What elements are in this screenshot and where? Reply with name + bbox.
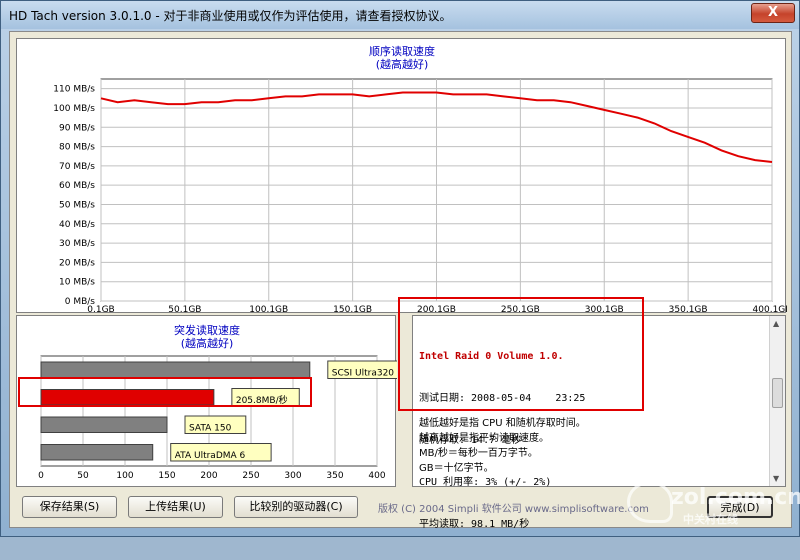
highlight-box-info: [398, 297, 644, 411]
note-line: MB/秒＝每秒一百万字节。: [419, 448, 538, 459]
note-line: 越高越好是指平均读取速度。: [419, 433, 549, 444]
x-tick-label: 50.1GB: [168, 305, 201, 314]
x-tick-label: 100.1GB: [249, 305, 288, 314]
watermark-logo-icon: [627, 481, 673, 523]
sequential-read-chart: 0 MB/s10 MB/s20 MB/s30 MB/s40 MB/s50 MB/…: [53, 78, 787, 314]
highlight-box-raid-bar: [18, 377, 312, 407]
burst-bar: [40, 361, 311, 378]
x-tick-label: 100: [116, 471, 133, 481]
copyright-text: 版权 (C) 2004 Simpli 软件公司 www.simplisoftwa…: [378, 504, 649, 515]
note-line: GB＝十亿字节。: [419, 463, 494, 474]
save-results-button[interactable]: 保存结果(S): [22, 496, 117, 518]
app-window: HD Tach version 3.0.1.0 - 对于非商业使用或仅作为评估使…: [0, 0, 800, 537]
x-tick-label: 200: [200, 471, 217, 481]
y-tick-label: 110 MB/s: [53, 85, 95, 95]
window-title: HD Tach version 3.0.1.0 - 对于非商业使用或仅作为评估使…: [9, 9, 452, 23]
x-tick-label: 350: [326, 471, 343, 481]
x-tick-label: 350.1GB: [669, 305, 708, 314]
watermark-sub: 中关村在线: [683, 513, 738, 526]
info-scrollbar[interactable]: ▲ ▼: [769, 316, 785, 486]
scroll-up-icon[interactable]: ▲: [773, 319, 779, 328]
x-tick-label: 0: [38, 471, 44, 481]
y-tick-label: 60 MB/s: [59, 181, 95, 191]
x-tick-label: 250: [242, 471, 259, 481]
y-tick-label: 30 MB/s: [59, 239, 95, 249]
x-tick-label: 300: [284, 471, 301, 481]
close-button[interactable]: X: [751, 3, 795, 23]
sequential-read-subtitle: (越高越好): [375, 58, 429, 71]
bar-label: ATA UltraDMA 6: [175, 451, 246, 461]
average-read: 平均读取: 98.1 MB/秒: [419, 519, 530, 530]
x-tick-label: 400.1GB: [753, 305, 787, 314]
bar-label: SATA 150: [189, 424, 232, 434]
bar-label: SCSI Ultra320: [332, 369, 395, 379]
compare-drive-button[interactable]: 比较别的驱动器(C): [234, 496, 358, 518]
title-bar[interactable]: HD Tach version 3.0.1.0 - 对于非商业使用或仅作为评估使…: [1, 1, 799, 29]
note-line: 越低越好是指 CPU 和随机存取时间。: [419, 418, 586, 429]
y-tick-label: 80 MB/s: [59, 143, 95, 153]
y-tick-label: 100 MB/s: [53, 104, 95, 114]
burst-bar: [40, 416, 168, 433]
sequential-read-panel: 0 MB/s 10 MB/s 20 MB/s 30 MB/s 40 MB/s 50 MB/…: [16, 38, 787, 314]
x-tick-label: 50: [77, 471, 89, 481]
x-tick-label: 0.1GB: [87, 305, 114, 314]
burst-bar: [40, 444, 154, 461]
y-tick-label: 10 MB/s: [59, 278, 95, 288]
burst-read-subtitle: (越高越好): [180, 337, 234, 350]
y-tick-label: 90 MB/s: [59, 123, 95, 133]
x-tick-label: 400: [368, 471, 385, 481]
notes: 越低越好是指 CPU 和随机存取时间。 越高越好是指平均读取速度。 MB/秒＝每…: [419, 416, 586, 476]
scroll-thumb[interactable]: [772, 378, 783, 408]
x-tick-label: 150: [158, 471, 175, 481]
y-tick-label: 50 MB/s: [59, 200, 95, 210]
y-tick-label: 70 MB/s: [59, 162, 95, 172]
watermark-brand: zol.com.cn: [671, 485, 800, 510]
y-tick-label: 20 MB/s: [59, 258, 95, 268]
y-tick-label: 40 MB/s: [59, 220, 95, 230]
cpu-utilization: CPU 利用率: 3% (+/- 2%): [419, 477, 552, 488]
client-area: 0 MB/s 10 MB/s 20 MB/s 30 MB/s 40 MB/s 50 MB/…: [9, 31, 792, 530]
x-tick-label: 150.1GB: [333, 305, 372, 314]
watermark: zol.com.cn 中关村在线: [627, 479, 800, 534]
upload-results-button[interactable]: 上传结果(U): [128, 496, 223, 518]
